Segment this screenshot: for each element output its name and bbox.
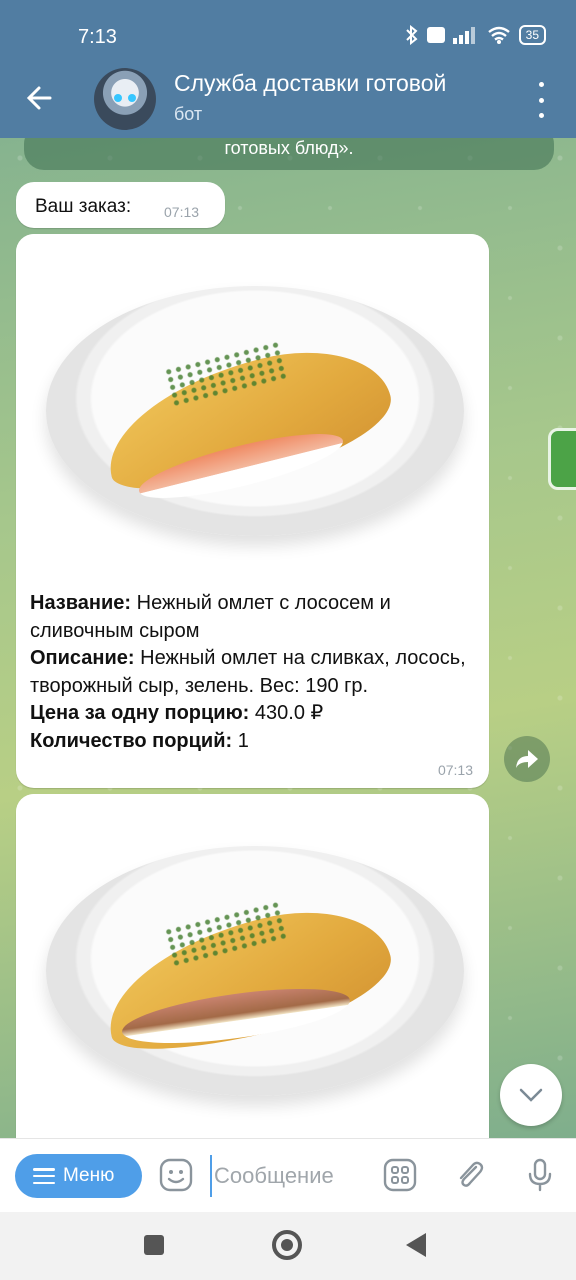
attach-paperclip-icon[interactable] xyxy=(452,1157,488,1193)
forward-button[interactable] xyxy=(504,736,550,782)
scroll-down-button[interactable] xyxy=(500,1064,562,1126)
dish-qty-label: Количество порций: xyxy=(30,729,233,752)
bot-commands-icon[interactable] xyxy=(382,1157,418,1193)
more-options-icon[interactable] xyxy=(526,82,556,118)
order-message[interactable]: Ваш заказ: 07:13 xyxy=(16,182,225,228)
back-arrow-icon[interactable] xyxy=(24,78,56,118)
dish-name-label: Название: xyxy=(30,592,132,614)
forward-arrow-icon xyxy=(516,750,538,768)
wifi-icon xyxy=(487,26,510,44)
chat-area[interactable]: готовых блюд». Ваш заказ: 07:13 Название… xyxy=(0,138,576,1138)
menu-button-label: Меню xyxy=(63,1165,115,1186)
microphone-icon[interactable] xyxy=(522,1157,558,1193)
dish-desc-label: Описание: xyxy=(30,647,135,669)
service-message: готовых блюд». xyxy=(24,138,554,170)
signal-icon xyxy=(452,27,475,44)
status-icons: 35 xyxy=(405,25,546,45)
dish-photo[interactable] xyxy=(16,794,489,1138)
chat-title[interactable]: Служба доставки готовой xyxy=(174,70,504,97)
status-time: 7:13 xyxy=(78,26,117,48)
message-input-bar: Меню xyxy=(0,1138,576,1213)
order-message-text: Ваш заказ: xyxy=(35,196,132,217)
avatar-eye xyxy=(128,94,136,102)
emoji-sticker-icon[interactable] xyxy=(158,1157,194,1193)
bluetooth-icon xyxy=(405,25,418,45)
chevron-down-icon xyxy=(519,1088,543,1102)
dish-photo[interactable] xyxy=(16,234,489,584)
recent-apps-icon[interactable] xyxy=(144,1235,164,1255)
sticker-thumbnail[interactable] xyxy=(548,428,576,490)
bot-avatar[interactable] xyxy=(94,68,156,130)
menu-button[interactable]: Меню xyxy=(15,1154,142,1198)
dish-info: Название: Нежный омлет с лососем и сливо… xyxy=(30,590,476,755)
dish-message[interactable]: Название: Нежный омлет с лососем и сливо… xyxy=(16,234,489,788)
battery-icon: 35 xyxy=(518,25,546,45)
dish-qty-value: 1 xyxy=(232,729,249,752)
chat-header: Служба доставки готовой бот xyxy=(0,58,576,138)
message-input[interactable] xyxy=(210,1155,366,1197)
dish-message[interactable] xyxy=(16,794,489,1138)
message-time: 07:13 xyxy=(437,762,473,778)
volte-icon xyxy=(426,27,445,43)
dish-price-label: Цена за одну порцию: xyxy=(30,702,250,724)
status-bar: 7:13 35 xyxy=(0,0,576,58)
avatar-eye xyxy=(114,94,122,102)
message-time: 07:13 xyxy=(164,204,200,220)
back-icon[interactable] xyxy=(406,1233,426,1257)
home-icon[interactable] xyxy=(272,1230,302,1260)
dish-price-value: 430.0 ₽ xyxy=(249,702,324,724)
system-nav-bar xyxy=(0,1212,576,1280)
chat-subtitle: бот xyxy=(174,104,203,124)
menu-icon xyxy=(33,1168,55,1184)
